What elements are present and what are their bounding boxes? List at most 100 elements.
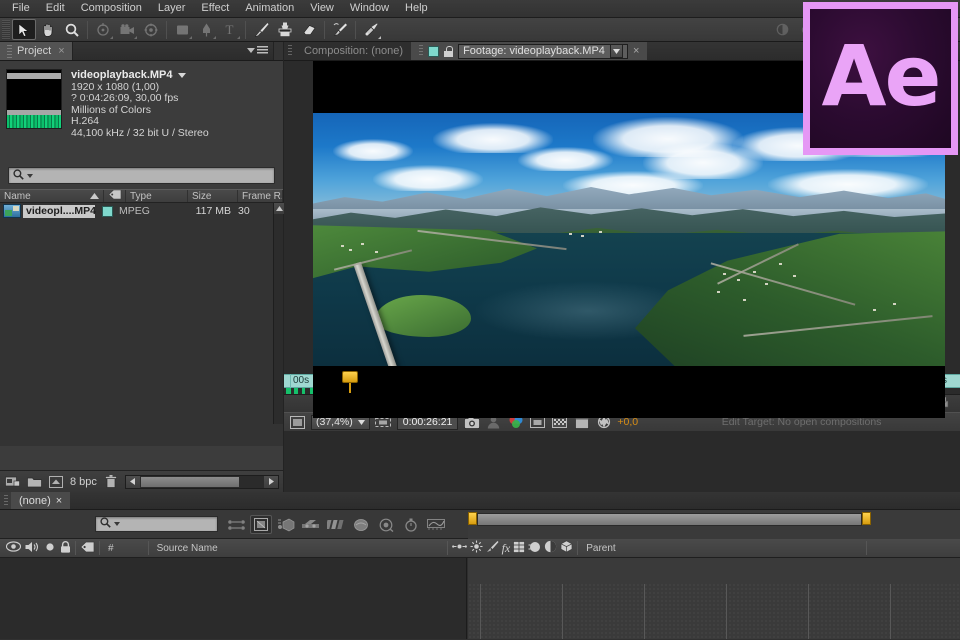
video-visibility-icon[interactable]	[5, 541, 22, 555]
roto-brush-tool[interactable]	[328, 19, 352, 40]
transform-switch-icon[interactable]	[451, 541, 467, 555]
new-folder-icon[interactable]	[26, 474, 42, 489]
type-tool[interactable]: T	[218, 19, 242, 40]
new-composition-icon[interactable]	[4, 474, 20, 489]
rotation-tool[interactable]	[91, 19, 115, 40]
effects-switch-icon[interactable]	[486, 540, 499, 556]
menu-item-animation[interactable]: Animation	[237, 0, 302, 17]
frame-blend-switch-icon[interactable]	[513, 540, 526, 556]
footage-selector[interactable]: Footage: videoplayback.MP4	[458, 43, 628, 59]
source-name-header[interactable]: Source Name	[153, 543, 443, 554]
fx-switch-icon[interactable]: fx	[502, 541, 511, 556]
project-horizontal-scrollbar[interactable]	[124, 474, 279, 489]
work-area-end-handle[interactable]	[862, 512, 871, 525]
timeline-tabbar-grip[interactable]	[0, 492, 11, 509]
layer-number-header[interactable]: #	[104, 543, 118, 554]
frame-blending-icon[interactable]	[300, 515, 322, 534]
close-icon[interactable]: ×	[58, 45, 64, 57]
brush-tool[interactable]	[249, 19, 273, 40]
work-area-bar[interactable]	[477, 513, 862, 526]
work-area-start-handle[interactable]	[468, 512, 477, 525]
parent-header[interactable]: Parent	[582, 543, 862, 554]
tab-composition[interactable]: Composition: (none)	[296, 42, 412, 60]
hide-shy-layers-icon[interactable]	[275, 515, 297, 534]
audio-icon[interactable]	[25, 541, 40, 556]
color-depth-label[interactable]: 8 bpc	[70, 476, 97, 488]
workspace-icon-1[interactable]	[770, 19, 794, 40]
timeline-search-box[interactable]	[95, 516, 258, 532]
chevron-down-icon[interactable]	[177, 73, 186, 79]
motion-blur-icon[interactable]	[325, 515, 347, 534]
timeline-layer-list[interactable]	[0, 558, 467, 639]
table-row[interactable]: videopl....MP4 MPEG 117 MB 30	[0, 203, 283, 219]
project-item-duration: ? 0:04:26:09, 30,00 fps	[71, 92, 179, 104]
project-column-header[interactable]: Frame R...	[238, 190, 283, 202]
menu-item-window[interactable]: Window	[342, 0, 397, 17]
menu-item-help[interactable]: Help	[397, 0, 436, 17]
pan-behind-tool[interactable]	[139, 19, 163, 40]
project-column-header[interactable]: Name	[0, 190, 104, 202]
menu-item-edit[interactable]: Edit	[38, 0, 73, 17]
draft-3d-icon[interactable]	[250, 515, 272, 534]
brainstorm-icon[interactable]	[350, 515, 372, 534]
solo-icon[interactable]	[45, 542, 55, 555]
close-icon[interactable]: ×	[633, 45, 639, 57]
house	[743, 299, 746, 301]
menu-item-layer[interactable]: Layer	[150, 0, 194, 17]
adjustment-layer-switch-icon[interactable]	[544, 540, 557, 556]
always-preview-icon[interactable]	[289, 415, 306, 430]
project-column-header[interactable]	[104, 190, 126, 202]
scrollbar-thumb[interactable]	[139, 475, 240, 488]
motion-blur-switch-icon[interactable]	[528, 541, 541, 556]
timeline-track-area[interactable]	[468, 558, 960, 639]
lock-icon[interactable]	[60, 540, 71, 556]
project-column-header[interactable]: Type	[126, 190, 188, 202]
live-update-icon[interactable]	[225, 515, 247, 534]
hand-tool[interactable]	[36, 19, 60, 40]
project-vertical-scrollbar[interactable]	[273, 203, 284, 424]
search-filter-chevron-icon[interactable]	[114, 522, 120, 526]
three-d-layer-switch-icon[interactable]	[560, 540, 573, 556]
tab-project[interactable]: Project ×	[0, 42, 73, 60]
project-tabbar: Project ×	[0, 42, 283, 61]
close-icon[interactable]: ×	[56, 495, 62, 507]
project-column-header[interactable]: Size	[188, 190, 238, 202]
project-search-input[interactable]	[36, 169, 270, 182]
quality-switch-icon[interactable]	[470, 540, 483, 556]
menu-item-view[interactable]: View	[302, 0, 342, 17]
pen-tool[interactable]	[194, 19, 218, 40]
tab-timeline-none[interactable]: (none) ×	[11, 492, 71, 509]
clone-stamp-tool[interactable]	[273, 19, 297, 40]
project-panel-menu-button[interactable]	[247, 46, 268, 55]
project-search-box[interactable]	[8, 167, 275, 184]
scroll-right-icon[interactable]	[264, 475, 278, 488]
timeline-toolbar	[0, 510, 960, 539]
eraser-tool[interactable]	[297, 19, 321, 40]
lock-icon[interactable]	[444, 45, 454, 57]
house	[779, 263, 782, 265]
scroll-up-icon[interactable]	[274, 203, 284, 214]
search-filter-chevron-icon[interactable]	[27, 173, 33, 178]
menu-item-file[interactable]: File	[4, 0, 38, 17]
shape-tool[interactable]	[170, 19, 194, 40]
menu-item-composition[interactable]: Composition	[73, 0, 150, 17]
selection-tool[interactable]	[12, 19, 36, 40]
toolbar-grip[interactable]	[2, 19, 10, 40]
motion-sketch-icon[interactable]	[425, 515, 447, 534]
project-tabbar-grip[interactable]	[273, 42, 283, 60]
label-color-icon[interactable]	[80, 541, 95, 556]
tab-footage[interactable]: Footage: videoplayback.MP4 ×	[411, 42, 648, 60]
current-time-indicator[interactable]	[342, 371, 358, 393]
chevron-down-icon[interactable]	[609, 44, 623, 58]
auto-keyframe-icon[interactable]	[400, 515, 422, 534]
delete-icon[interactable]	[103, 474, 119, 489]
scroll-left-icon[interactable]	[125, 475, 140, 488]
viewer-tabbar-grip[interactable]	[284, 42, 296, 60]
camera-tool[interactable]	[115, 19, 139, 40]
project-settings-icon[interactable]	[48, 474, 64, 489]
menu-item-effect[interactable]: Effect	[193, 0, 237, 17]
graph-editor-icon[interactable]	[375, 515, 397, 534]
project-row-swatch[interactable]	[95, 205, 119, 217]
puppet-pin-tool[interactable]	[359, 19, 383, 40]
zoom-tool[interactable]	[60, 19, 84, 40]
